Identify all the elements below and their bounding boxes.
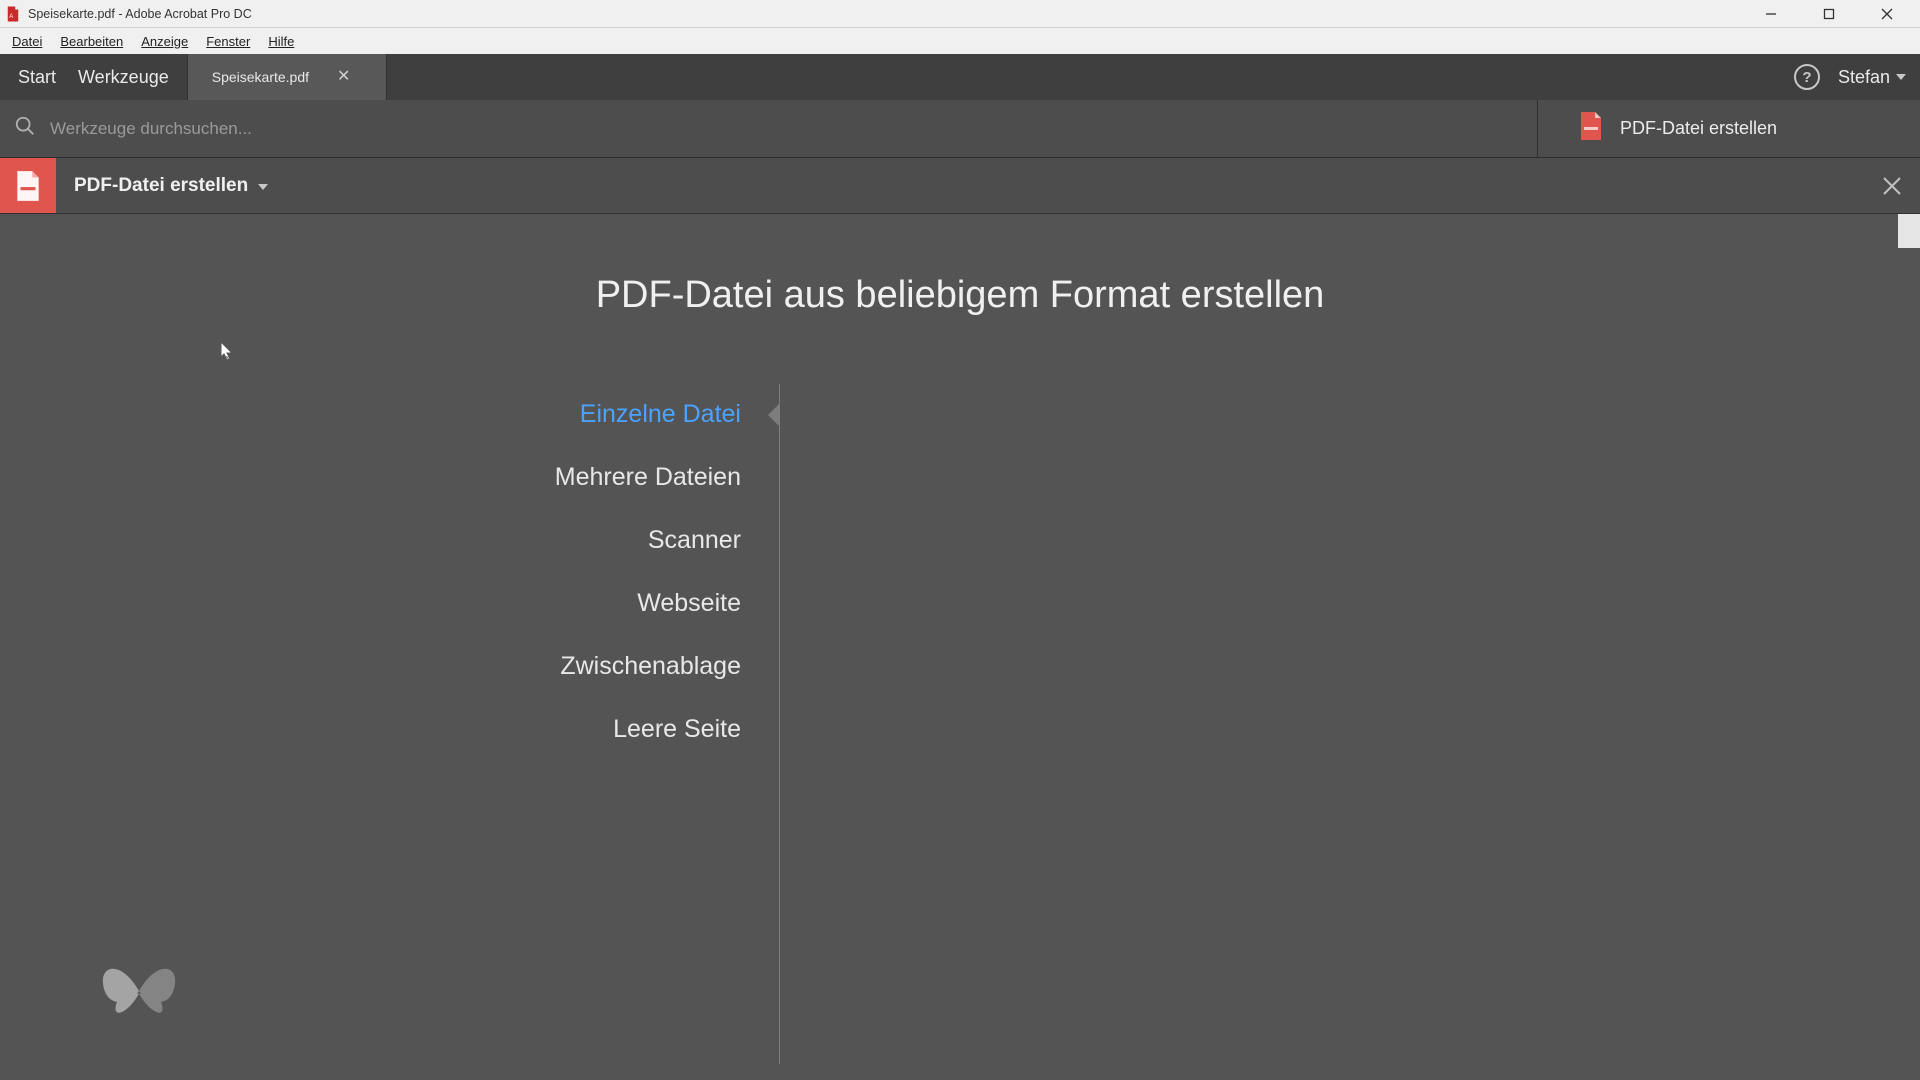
pointer-cursor-icon: [216, 340, 236, 364]
create-option[interactable]: Leere Seite: [613, 711, 741, 748]
tool-header-icon: [0, 158, 56, 213]
document-tab-label: Speisekarte.pdf: [212, 69, 309, 85]
scrollbar-stub[interactable]: [1898, 214, 1920, 248]
window-title: Speisekarte.pdf - Adobe Acrobat Pro DC: [28, 7, 252, 21]
page-title: PDF-Datei aus beliebigem Format erstelle…: [0, 214, 1920, 317]
side-panel-label: PDF-Datei erstellen: [1620, 118, 1777, 139]
close-tab-icon[interactable]: ✕: [337, 69, 350, 85]
create-option[interactable]: Einzelne Datei: [580, 396, 741, 433]
window-maximize-button[interactable]: [1800, 0, 1858, 28]
acrobat-app-icon: A: [4, 5, 22, 23]
search-icon: [14, 115, 36, 142]
tool-header: PDF-Datei erstellen: [0, 158, 1920, 214]
tool-header-dropdown[interactable]: PDF-Datei erstellen: [56, 158, 286, 213]
menubar: Datei Bearbeiten Anzeige Fenster Hilfe: [0, 28, 1920, 54]
menu-bearbeiten[interactable]: Bearbeiten: [52, 32, 131, 51]
help-icon[interactable]: ?: [1794, 64, 1820, 90]
window-close-button[interactable]: [1858, 0, 1916, 28]
chevron-down-icon: [1896, 74, 1906, 80]
create-option[interactable]: Zwischenablage: [560, 648, 741, 685]
pdf-file-icon: [1578, 111, 1604, 146]
menu-fenster[interactable]: Fenster: [198, 32, 258, 51]
close-panel-button[interactable]: [1864, 158, 1920, 213]
window-minimize-button[interactable]: [1742, 0, 1800, 28]
document-tab[interactable]: Speisekarte.pdf ✕: [187, 54, 387, 100]
tab-werkzeuge[interactable]: Werkzeuge: [78, 67, 169, 88]
svg-text:A: A: [9, 13, 13, 19]
tool-header-label: PDF-Datei erstellen: [74, 175, 248, 197]
main-content: PDF-Datei aus beliebigem Format erstelle…: [0, 214, 1920, 1080]
butterfly-watermark-icon: [94, 951, 184, 1036]
menu-anzeige[interactable]: Anzeige: [133, 32, 196, 51]
create-option[interactable]: Webseite: [637, 585, 741, 622]
menu-hilfe[interactable]: Hilfe: [260, 32, 302, 51]
tab-start[interactable]: Start: [18, 67, 56, 88]
create-option[interactable]: Scanner: [648, 522, 741, 559]
side-panel-action[interactable]: PDF-Datei erstellen: [1560, 100, 1920, 157]
create-option[interactable]: Mehrere Dateien: [555, 459, 741, 496]
tools-search-area: [0, 100, 1538, 157]
user-menu[interactable]: Stefan: [1838, 67, 1906, 88]
chevron-down-icon: [258, 184, 268, 190]
menu-datei[interactable]: Datei: [4, 32, 50, 51]
tools-search-input[interactable]: [50, 119, 1523, 139]
window-titlebar: A Speisekarte.pdf - Adobe Acrobat Pro DC: [0, 0, 1920, 28]
user-name: Stefan: [1838, 67, 1890, 88]
tabstrip: Start Werkzeuge Speisekarte.pdf ✕ ? Stef…: [0, 54, 1920, 100]
